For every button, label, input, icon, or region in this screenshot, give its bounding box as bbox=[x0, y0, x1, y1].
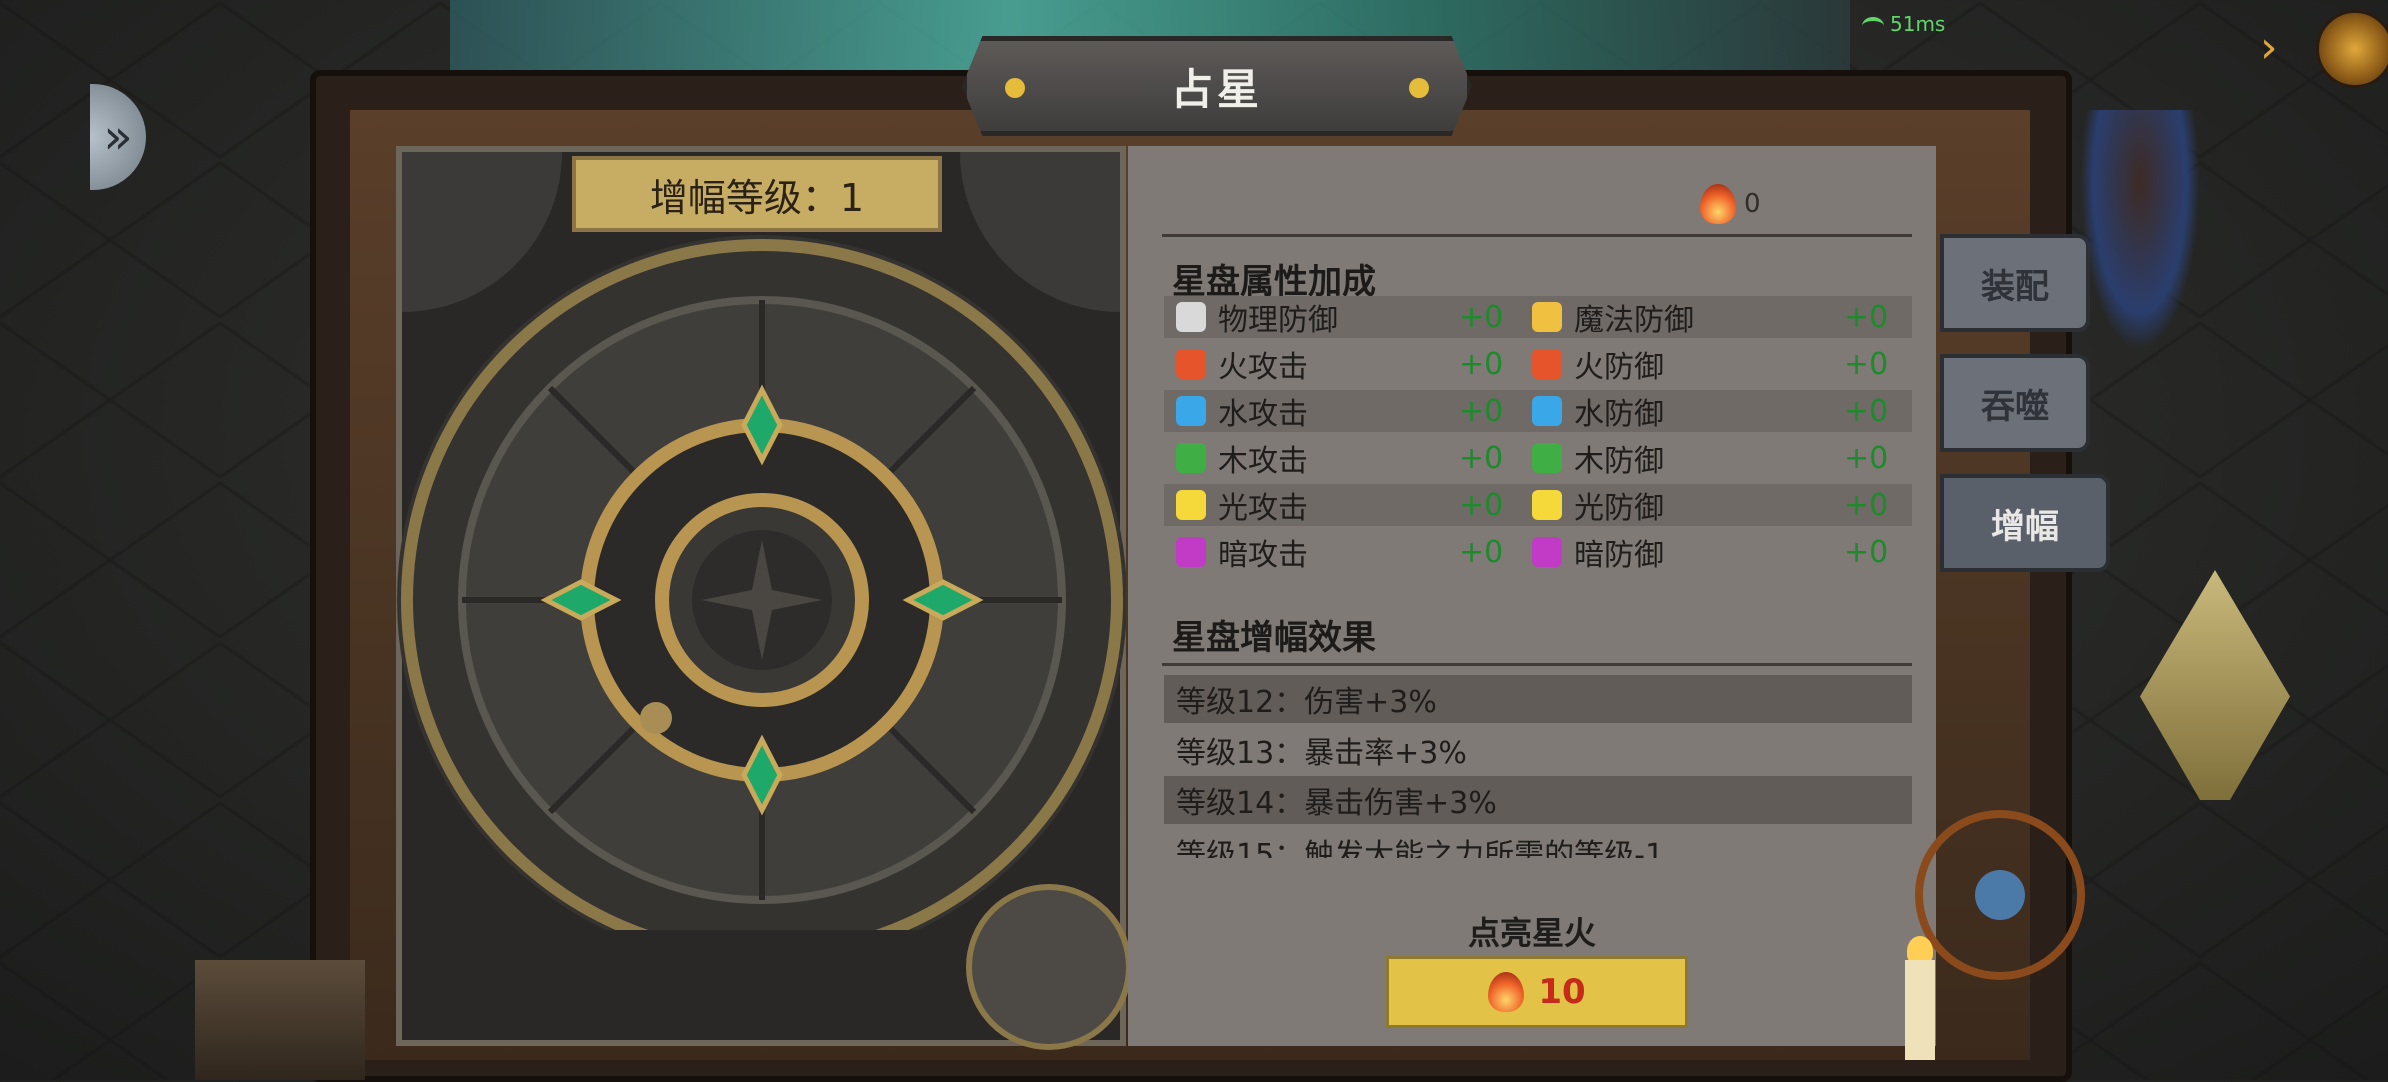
astrologer-character bbox=[2080, 110, 2200, 350]
magic-staff-icon bbox=[1532, 302, 1562, 332]
effect-text: 等级12：伤害+3% bbox=[1176, 685, 1437, 720]
attribute-name: 暗防御 bbox=[1574, 538, 1664, 573]
effect-row: 等级15：触发大能之力所需的等级-1 bbox=[1164, 830, 1912, 858]
divider bbox=[1162, 663, 1912, 666]
ignite-cost: 10 bbox=[1538, 972, 1586, 1012]
attribute-value: +0 bbox=[1844, 488, 1889, 523]
title-dot-left bbox=[1005, 78, 1025, 98]
fire-resource-count: 0 bbox=[1744, 189, 1761, 219]
light-attack-icon bbox=[1176, 490, 1206, 520]
attribute-right: 暗防御 bbox=[1532, 531, 1664, 573]
compass-icon bbox=[966, 884, 1132, 1050]
attribute-row: 水攻击 +0 水防御 +0 bbox=[1164, 390, 1912, 432]
attribute-value: +0 bbox=[1459, 441, 1504, 476]
fire-icon bbox=[1700, 184, 1736, 224]
attribute-left: 物理防御 bbox=[1176, 296, 1338, 338]
effect-text: 等级15：触发大能之力所需的等级-1 bbox=[1176, 838, 1665, 858]
attribute-right: 光防御 bbox=[1532, 484, 1664, 526]
attribute-right: 魔法防御 bbox=[1532, 296, 1694, 338]
attribute-value: +0 bbox=[1459, 300, 1504, 335]
tab-label: 吞噬 bbox=[1981, 386, 2049, 427]
water-attack-icon bbox=[1176, 396, 1206, 426]
fire-shield-icon bbox=[1532, 349, 1562, 379]
attribute-name: 火防御 bbox=[1574, 350, 1664, 385]
attribute-left: 光攻击 bbox=[1176, 484, 1308, 526]
fire-attack-icon bbox=[1176, 349, 1206, 379]
amplify-level-banner: 增幅等级：1 bbox=[572, 156, 942, 232]
orb-marker bbox=[640, 702, 672, 734]
armillary-sphere-decor bbox=[1915, 810, 2085, 980]
divider bbox=[1162, 234, 1912, 237]
attribute-value: +0 bbox=[1844, 300, 1889, 335]
attribute-name: 木攻击 bbox=[1218, 444, 1308, 479]
attribute-left: 水攻击 bbox=[1176, 390, 1308, 432]
light-shield-icon bbox=[1532, 490, 1562, 520]
effect-row: 等级14：暴击伤害+3% bbox=[1164, 776, 1912, 824]
effect-text: 等级14：暴击伤害+3% bbox=[1176, 786, 1497, 821]
attribute-value: +0 bbox=[1844, 441, 1889, 476]
wood-shield-icon bbox=[1532, 443, 1562, 473]
attribute-value: +0 bbox=[1844, 347, 1889, 382]
water-shield-icon bbox=[1532, 396, 1562, 426]
wood-attack-icon bbox=[1176, 443, 1206, 473]
tab-label: 装配 bbox=[1981, 266, 2049, 307]
amplify-level-label: 增幅等级：1 bbox=[649, 175, 865, 220]
fire-icon bbox=[1488, 972, 1525, 1012]
ignite-star-fire-label: 点亮星火 bbox=[1468, 914, 1597, 952]
dark-shield-icon bbox=[1532, 537, 1562, 567]
attribute-right: 火防御 bbox=[1532, 343, 1664, 385]
attribute-left: 暗攻击 bbox=[1176, 531, 1308, 573]
attribute-name: 魔法防御 bbox=[1574, 303, 1694, 338]
title-dot-right bbox=[1409, 78, 1429, 98]
network-ping: 51ms bbox=[1862, 12, 1945, 36]
attribute-value: +0 bbox=[1844, 535, 1889, 570]
effect-row: 等级13：暴击率+3% bbox=[1164, 726, 1912, 774]
attribute-value: +0 bbox=[1459, 347, 1504, 382]
attribute-row: 木攻击 +0 木防御 +0 bbox=[1164, 437, 1912, 479]
title-plate: 占星 bbox=[962, 36, 1472, 136]
attribute-row: 光攻击 +0 光防御 +0 bbox=[1164, 484, 1912, 526]
effect-row: 等级12：伤害+3% bbox=[1164, 675, 1912, 723]
attribute-row: 物理防御 +0 魔法防御 +0 bbox=[1164, 296, 1912, 338]
attribute-name: 水攻击 bbox=[1218, 397, 1308, 432]
tab-equip[interactable]: 装配 bbox=[1940, 234, 2090, 332]
ping-value: 51ms bbox=[1890, 12, 1946, 36]
attribute-right: 水防御 bbox=[1532, 390, 1664, 432]
window-title: 占星 bbox=[1170, 64, 1263, 114]
attribute-value: +0 bbox=[1459, 535, 1504, 570]
effects-section-title: 星盘增幅效果 bbox=[1172, 618, 1376, 658]
attribute-name: 暗攻击 bbox=[1218, 538, 1308, 573]
attribute-name: 光攻击 bbox=[1218, 491, 1308, 526]
attribute-name: 水防御 bbox=[1574, 397, 1664, 432]
attribute-left: 火攻击 bbox=[1176, 343, 1308, 385]
attribute-left: 木攻击 bbox=[1176, 437, 1308, 479]
tab-devour[interactable]: 吞噬 bbox=[1940, 354, 2090, 452]
tab-amplify[interactable]: 增幅 bbox=[1940, 474, 2110, 572]
effect-text: 等级13：暴击率+3% bbox=[1176, 736, 1467, 771]
astrolabe-wheel[interactable] bbox=[396, 230, 1126, 930]
attribute-value: +0 bbox=[1844, 394, 1889, 429]
books-decor bbox=[195, 960, 365, 1080]
chevron-right-icon[interactable]: › bbox=[2260, 20, 2286, 76]
attribute-right: 木防御 bbox=[1532, 437, 1664, 479]
attribute-name: 木防御 bbox=[1574, 444, 1664, 479]
attribute-row: 火攻击 +0 火防御 +0 bbox=[1164, 343, 1912, 385]
attribute-value: +0 bbox=[1459, 488, 1504, 523]
treasure-chest-icon[interactable] bbox=[2316, 10, 2388, 88]
attribute-name: 火攻击 bbox=[1218, 350, 1308, 385]
attribute-row: 暗攻击 +0 暗防御 +0 bbox=[1164, 531, 1912, 573]
candle-decor bbox=[1905, 960, 1935, 1060]
tab-label: 增幅 bbox=[1991, 506, 2059, 547]
sword-icon bbox=[1176, 302, 1206, 332]
attribute-name: 光防御 bbox=[1574, 491, 1664, 526]
fire-resource-counter: 0 bbox=[1700, 180, 1761, 228]
dark-attack-icon bbox=[1176, 537, 1206, 567]
ignite-star-fire-button[interactable]: 10 bbox=[1386, 956, 1688, 1028]
attribute-name: 物理防御 bbox=[1218, 303, 1338, 338]
attribute-value: +0 bbox=[1459, 394, 1504, 429]
wifi-icon bbox=[1862, 16, 1884, 35]
